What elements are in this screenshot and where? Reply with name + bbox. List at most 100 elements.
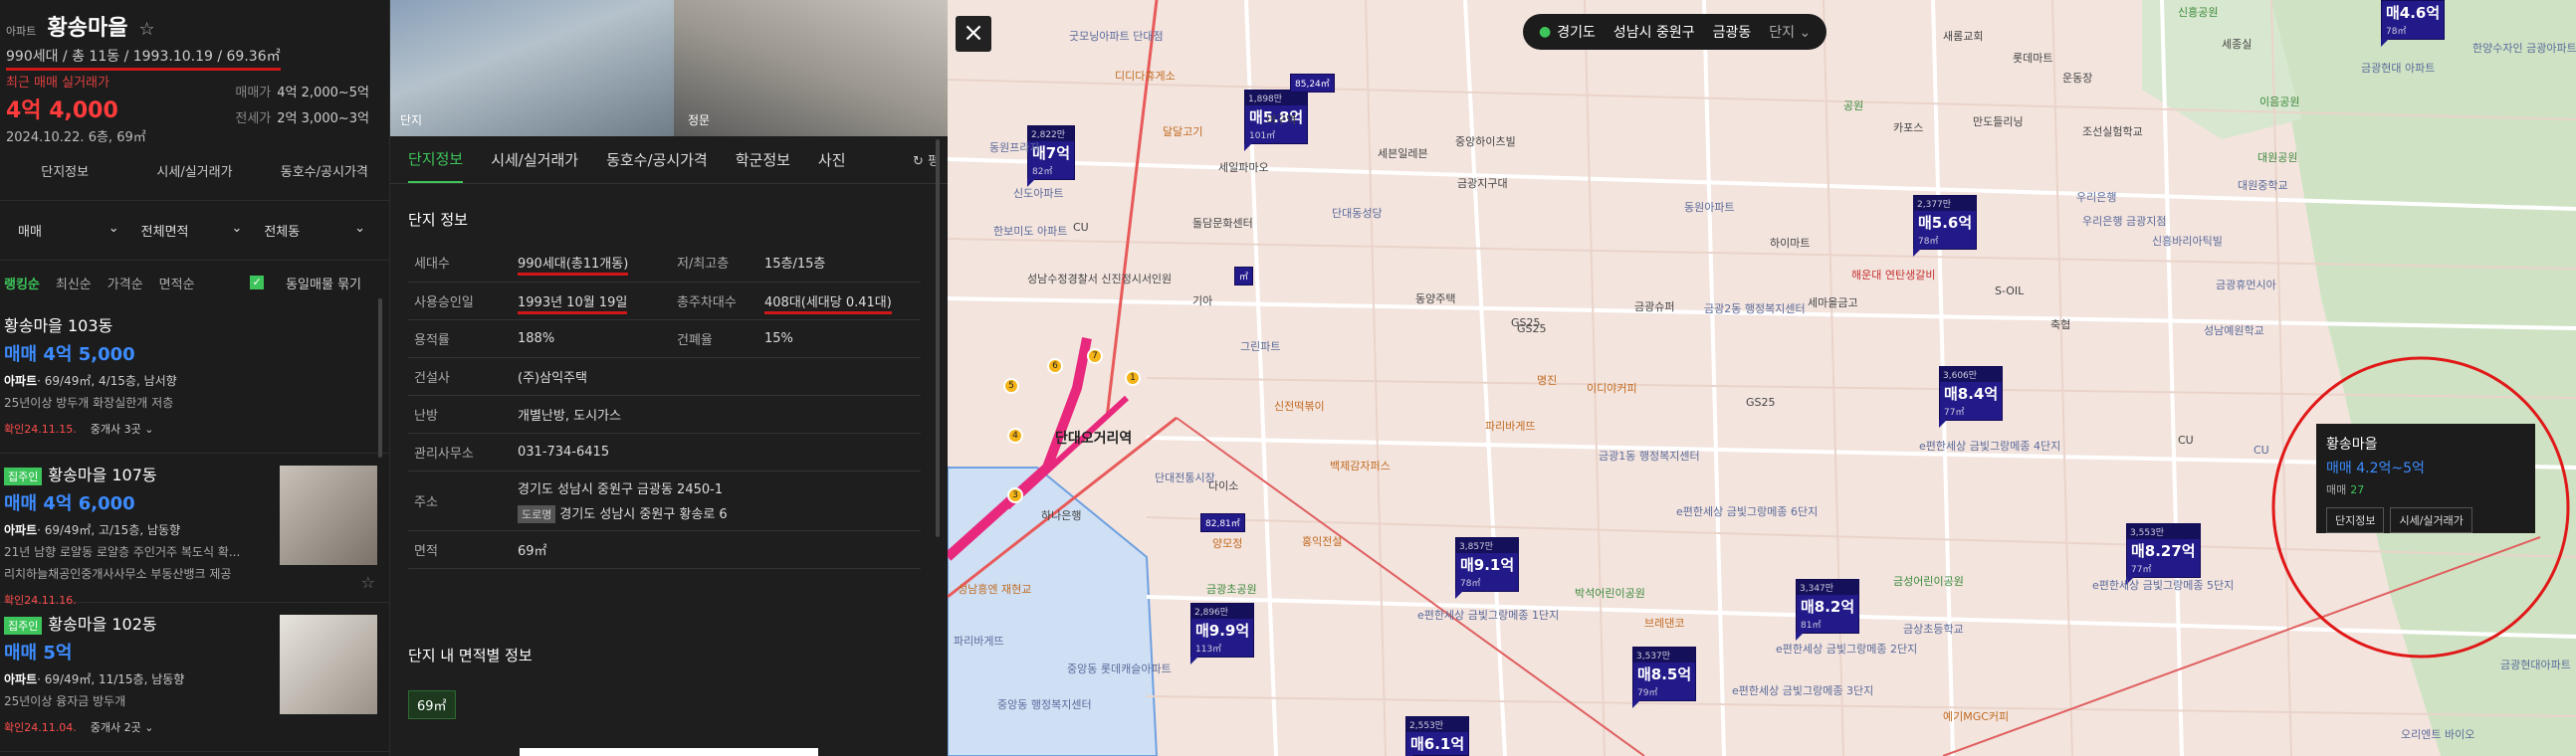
price-marker[interactable]: 3,537만 매8.5억 79㎡ xyxy=(1632,647,1697,708)
poi-label[interactable]: 금광1동 행정복지센터 xyxy=(1599,448,1700,464)
poi-label[interactable]: 동양주택 xyxy=(1415,290,1455,306)
poi-label[interactable]: 그린파트 xyxy=(1240,338,1280,354)
list-item[interactable]: 집주인 황송마을 107동 매매 4억 6,000 아파트· 69/49㎡, 고/… xyxy=(0,454,389,607)
poi-label[interactable]: CU xyxy=(2254,444,2269,457)
poi-label[interactable]: 금광현대 아파트 xyxy=(2361,60,2435,76)
poi-label[interactable]: S-OIL xyxy=(1995,284,2024,297)
poi-label[interactable]: e편한세상 금빛그랑메종 3단지 xyxy=(1732,682,1873,698)
tab-price[interactable]: 시세/실거래가 xyxy=(129,161,259,180)
listing-photo[interactable] xyxy=(280,466,377,565)
star-icon[interactable]: ☆ xyxy=(139,19,155,40)
poi-label[interactable]: e편한세상 금빛그랑메종 2단지 xyxy=(1776,641,1917,657)
poi-label[interactable]: 금광지구대 xyxy=(1457,175,1508,191)
poi-label[interactable]: 양모정 xyxy=(1212,535,1242,551)
poi-label[interactable]: e편한세상 금빛그랑메종 5단지 xyxy=(2092,577,2234,593)
poi-label[interactable]: 세종실 xyxy=(2222,36,2252,52)
poi-label[interactable]: 축협 xyxy=(2050,316,2070,332)
poi-label[interactable]: 운동장 xyxy=(2062,70,2092,86)
price-marker[interactable]: 3,857만 매9.1억 78㎡ xyxy=(1455,537,1520,599)
area-marker[interactable]: 85,24㎡ xyxy=(1290,74,1335,93)
poi-label[interactable]: 롯데마트 xyxy=(2013,50,2052,66)
poi-label[interactable]: 중앙하이츠빌 xyxy=(1455,133,1516,149)
crumb-city[interactable]: 성남시 중원구 xyxy=(1613,22,1695,42)
poi-label[interactable]: 조선실험학교 xyxy=(2082,123,2143,139)
photo-complex[interactable]: 단지 xyxy=(390,0,674,136)
poi-label[interactable]: 예기MGC커피 xyxy=(1943,708,2009,724)
poi-label[interactable]: 동원아파트 xyxy=(1684,199,1735,215)
detail-scrollbar[interactable] xyxy=(936,139,940,537)
price-marker[interactable]: 3,606만 매8.4억 77㎡ xyxy=(1939,366,2004,428)
poi-label[interactable]: 신흥공원 xyxy=(2178,4,2218,20)
sort-area[interactable]: 면적순 xyxy=(159,274,195,292)
crumb-province[interactable]: 경기도 xyxy=(1557,22,1596,42)
poi-label[interactable]: 카포스 xyxy=(1893,119,1923,135)
area-marker[interactable]: 82,81㎡ xyxy=(1200,513,1245,532)
poi-label[interactable]: CU xyxy=(1073,221,1089,234)
poi-label[interactable]: 금광2동 행정복지센터 xyxy=(1704,300,1806,316)
poi-label[interactable]: 세마을금고 xyxy=(1808,294,1858,310)
poi-label[interactable]: e편한세상 금빛그랑메종 1단지 xyxy=(1417,607,1559,623)
poi-label[interactable]: CU xyxy=(2178,434,2194,447)
tab-price[interactable]: 시세/실거래가 xyxy=(491,137,578,182)
poi-label[interactable]: 백제감자퍼스 xyxy=(1330,458,1391,473)
poi-label[interactable]: 금광슈퍼 xyxy=(1634,298,1674,314)
poi-label[interactable]: 신전떡볶이 xyxy=(1274,398,1325,414)
deal-type-select[interactable]: 매매 ⌄ xyxy=(10,221,133,240)
poi-label[interactable]: 이음공원 xyxy=(2259,94,2299,109)
poi-label[interactable]: 달달고기 xyxy=(1163,123,1202,139)
poi-label[interactable]: 오리엔트 바이오 xyxy=(2401,726,2474,742)
price-marker[interactable]: 3,553만 매8.27억 77㎡ xyxy=(2126,523,2201,585)
poi-label[interactable]: 명진 xyxy=(1537,372,1557,388)
poi-label[interactable]: 단대동성당 xyxy=(1332,205,1383,221)
star-icon[interactable]: ☆ xyxy=(361,573,375,592)
poi-label[interactable]: 홍익전설 xyxy=(1302,533,1342,549)
close-icon[interactable]: × xyxy=(956,16,991,52)
poi-label[interactable]: 중앙동 행정복지센터 xyxy=(997,696,1092,712)
tab-complex-info[interactable]: 단지정보 xyxy=(0,161,129,180)
poi-label[interactable]: GS25 xyxy=(1746,396,1776,409)
poi-label[interactable]: 금상초등학교 xyxy=(1903,621,1964,637)
sort-price[interactable]: 가격순 xyxy=(107,274,143,292)
poi-label[interactable]: 세일파마오 xyxy=(1218,159,1269,175)
poi-label[interactable]: 해운대 연탄생갈비 xyxy=(1851,267,1935,283)
crumb-dong[interactable]: 금광동 xyxy=(1713,22,1752,42)
poi-label[interactable]: 이디야커피 xyxy=(1587,380,1637,396)
tab-complex-info[interactable]: 단지정보 xyxy=(408,136,464,183)
poi-label[interactable]: 공원 xyxy=(1843,97,1863,113)
sort-latest[interactable]: 최신순 xyxy=(56,274,92,292)
poi-label[interactable]: 신도아파트 xyxy=(1013,185,1064,201)
poi-label[interactable]: 파리바게뜨 xyxy=(1485,418,1536,434)
poi-label[interactable]: 하이마트 xyxy=(1770,235,1810,251)
tab-photo[interactable]: 사진 xyxy=(818,137,846,182)
list-item[interactable]: 집주인 황송마을 102동 매매 5억 아파트· 69/49㎡, 11/15층, … xyxy=(0,603,389,752)
map-view[interactable]: × ● 경기도 성남시 중원구 금광동 단지 ⌄ 단대오거리역 5 4 6 7 … xyxy=(948,0,2576,756)
poi-label[interactable]: 대원중학교 xyxy=(2238,177,2288,193)
photo-gate[interactable]: 정문 xyxy=(674,0,948,136)
poi-label[interactable]: 금광초공원 xyxy=(1206,581,1257,597)
poi-label[interactable]: 신흥바리아틱빌 xyxy=(2152,233,2223,249)
listing-photo[interactable] xyxy=(280,615,377,714)
poi-label[interactable]: 한양수자인 금광아파트 xyxy=(2472,40,2576,56)
tab-unit-price[interactable]: 동호수/공시가격 xyxy=(606,137,708,182)
area-chip[interactable]: 69㎡ xyxy=(408,690,456,719)
poi-label[interactable]: e편한세상 금빛그랑메종 6단지 xyxy=(1676,503,1818,519)
building-select[interactable]: 전체동 ⌄ xyxy=(256,221,379,240)
poi-label[interactable]: 하나은행 xyxy=(1041,507,1081,523)
poi-label[interactable]: 금광현대아파트 xyxy=(2500,657,2571,672)
poi-label[interactable]: 새롬교회 xyxy=(1943,28,1983,44)
poi-label[interactable]: 중앙동 롯데캐슬아파트 xyxy=(1067,661,1172,676)
agent-count[interactable]: 중개사 2곳 xyxy=(91,721,141,734)
same-listing-toggle[interactable]: ✓ 동일매물 묶기 xyxy=(250,274,377,292)
popup-price-button[interactable]: 시세/실거래가 xyxy=(2390,507,2472,533)
poi-label[interactable]: 만도들리닝 xyxy=(1973,113,2024,129)
list-scrollbar[interactable] xyxy=(378,298,382,458)
popup-info-button[interactable]: 단지정보 xyxy=(2326,507,2385,533)
area-marker[interactable]: ㎡ xyxy=(1234,267,1254,285)
price-marker[interactable]: 2,553만 매6.1억 xyxy=(1405,716,1470,756)
tab-unit-price[interactable]: 동호수/공시가격 xyxy=(260,161,389,180)
poi-label[interactable]: 성남흥엔 재현교 xyxy=(958,581,1031,597)
price-marker[interactable]: 2,896만 매9.9억 113㎡ xyxy=(1190,603,1255,664)
poi-label[interactable]: 디디다휴게소 xyxy=(1115,68,1176,84)
price-marker[interactable]: 매4.6억 78㎡ xyxy=(2381,0,2446,47)
poi-label[interactable]: 비구역 xyxy=(1266,111,1296,127)
